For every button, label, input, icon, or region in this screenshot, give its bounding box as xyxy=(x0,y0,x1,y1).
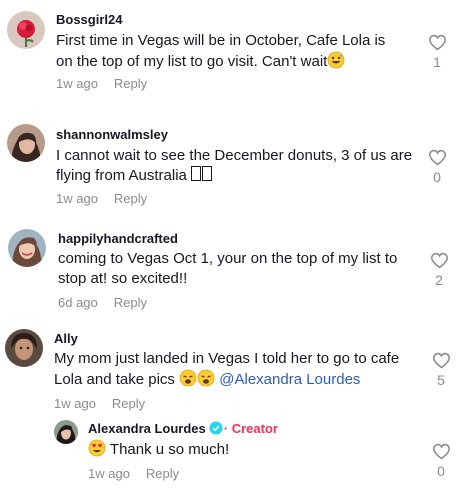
reply-header: Alexandra Lourdes · Creator xyxy=(88,421,278,438)
heart-icon[interactable] xyxy=(432,352,451,369)
comment-item: Bossgirl24 First time in Vegas will be i… xyxy=(0,0,464,110)
like-count: 2 xyxy=(435,272,443,288)
creator-label: · Creator xyxy=(223,421,278,436)
comment-meta: 6d ago Reply xyxy=(58,295,147,310)
verified-badge-icon xyxy=(209,421,223,438)
comment-username[interactable]: shannonwalmsley xyxy=(56,127,168,142)
comment-text: First time in Vegas will be in October, … xyxy=(56,31,401,75)
weary-face-emoji-icon xyxy=(179,369,215,388)
comment-timestamp: 1w ago xyxy=(54,396,96,411)
like-button[interactable]: 2 xyxy=(427,252,451,288)
comment-text-body: coming to Vegas Oct 1, your on the top o… xyxy=(58,250,398,287)
comment-meta: 1w ago Reply xyxy=(54,396,145,411)
like-button[interactable]: 0 xyxy=(425,149,449,185)
profile-photo-avatar-icon[interactable] xyxy=(7,124,45,162)
reply-button[interactable]: Reply xyxy=(146,466,179,481)
comment-item: happilyhandcrafted coming to Vegas Oct 1… xyxy=(0,218,464,324)
unsupported-glyph-icon xyxy=(191,166,213,184)
profile-photo-avatar-icon[interactable] xyxy=(8,229,46,267)
comment-text: My mom just landed in Vegas I told her t… xyxy=(54,349,419,393)
rose-avatar-icon[interactable] xyxy=(7,11,45,49)
reply-button[interactable]: Reply xyxy=(114,191,147,206)
heart-icon[interactable] xyxy=(428,149,447,166)
profile-photo-avatar-icon[interactable] xyxy=(5,329,43,367)
heart-icon[interactable] xyxy=(428,34,447,51)
like-button[interactable]: 0 xyxy=(429,443,453,479)
comment-timestamp: 1w ago xyxy=(56,191,98,206)
reply-username[interactable]: Alexandra Lourdes xyxy=(88,421,206,436)
reply-timestamp: 1w ago xyxy=(88,466,130,481)
reply-button[interactable]: Reply xyxy=(114,76,147,91)
like-button[interactable]: 1 xyxy=(425,34,449,70)
comment-timestamp: 1w ago xyxy=(56,76,98,91)
like-count: 0 xyxy=(437,463,445,479)
profile-photo-avatar-icon[interactable] xyxy=(54,420,78,444)
comment-meta: 1w ago Reply xyxy=(56,76,147,91)
mention-link[interactable]: @Alexandra Lourdes xyxy=(219,371,360,388)
comment-text-body: I cannot wait to see the December donuts… xyxy=(56,147,413,184)
comment-text: I cannot wait to see the December donuts… xyxy=(56,146,416,186)
heart-eyes-emoji-icon xyxy=(88,439,106,463)
reply-text: Thank u so much! xyxy=(88,439,408,463)
like-button[interactable]: 5 xyxy=(429,352,453,388)
reply-button[interactable]: Reply xyxy=(114,295,147,310)
comment-item: Ally My mom just landed in Vegas I told … xyxy=(0,324,464,418)
like-count: 5 xyxy=(437,372,445,388)
reply-item: Alexandra Lourdes · Creator Thank u so mu… xyxy=(0,414,464,490)
reply-button[interactable]: Reply xyxy=(112,396,145,411)
comment-item: shannonwalmsley I cannot wait to see the… xyxy=(0,112,464,216)
comment-username[interactable]: Bossgirl24 xyxy=(56,12,122,27)
like-count: 1 xyxy=(433,54,441,70)
heart-icon[interactable] xyxy=(430,252,449,269)
comment-text: coming to Vegas Oct 1, your on the top o… xyxy=(58,249,418,289)
grinning-sweat-emoji-icon xyxy=(327,51,345,75)
comment-meta: 1w ago Reply xyxy=(56,191,147,206)
comment-username[interactable]: happilyhandcrafted xyxy=(58,231,178,246)
heart-icon[interactable] xyxy=(432,443,451,460)
reply-meta: 1w ago Reply xyxy=(88,466,179,481)
like-count: 0 xyxy=(433,169,441,185)
comment-timestamp: 6d ago xyxy=(58,295,98,310)
reply-text-body: Thank u so much! xyxy=(109,441,230,458)
comment-username[interactable]: Ally xyxy=(54,331,78,346)
